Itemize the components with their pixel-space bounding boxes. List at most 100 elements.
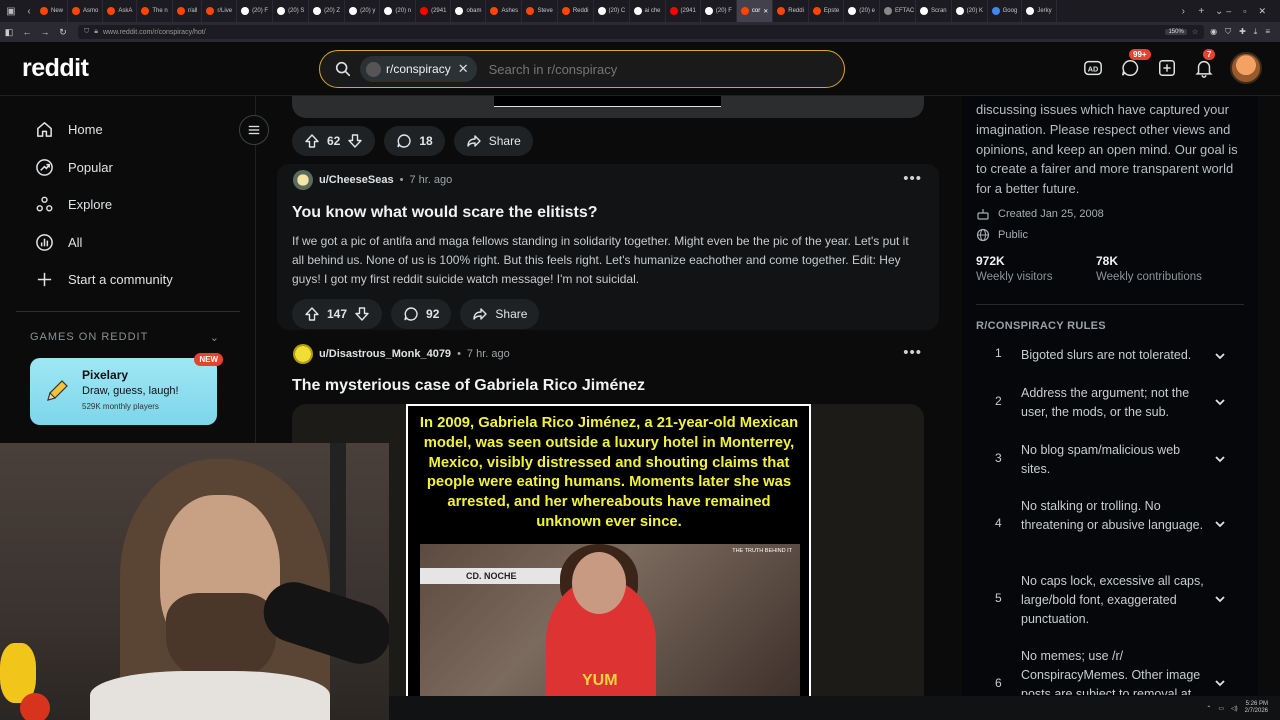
browser-tab[interactable]: (20) n xyxy=(380,0,417,22)
browser-tab[interactable]: (20) C xyxy=(594,0,630,22)
browser-tab[interactable]: r/all xyxy=(173,0,203,22)
close-window-icon[interactable]: ✕ xyxy=(1258,6,1266,17)
rule-item[interactable]: 1 Bigoted slurs are not tolerated. xyxy=(976,346,1248,365)
clear-chip-icon[interactable]: ✕ xyxy=(458,61,469,77)
maximize-icon[interactable]: ▫ xyxy=(1243,6,1246,17)
menu-icon[interactable]: ≡ xyxy=(1265,27,1270,37)
reddit-logo[interactable]: reddit xyxy=(22,54,89,83)
tab-scroll-left-icon[interactable]: ‹ xyxy=(22,0,36,22)
volume-icon[interactable]: ◁) xyxy=(1231,705,1238,712)
browser-tab[interactable]: Jerky xyxy=(1022,0,1057,22)
browser-tab[interactable]: r/Live xyxy=(202,0,238,22)
nav-home[interactable]: Home xyxy=(0,111,255,149)
rule-item[interactable]: 3 No blog spam/malicious web sites. xyxy=(976,441,1248,479)
browser-tab[interactable]: (20) K xyxy=(952,0,988,22)
browser-tab[interactable]: (2941 xyxy=(666,0,701,22)
nav-explore[interactable]: Explore xyxy=(0,186,255,224)
previous-post-media[interactable] xyxy=(292,96,924,118)
system-clock[interactable]: 5:26 PM 2/7/2026 xyxy=(1245,701,1268,715)
account-icon[interactable]: ◉ xyxy=(1210,27,1217,37)
browser-tab[interactable]: AskA xyxy=(103,0,138,22)
tray-chevron-icon[interactable]: ⌃ xyxy=(1206,705,1211,712)
community-description: discussing issues which have captured yo… xyxy=(976,102,1238,197)
back-icon[interactable]: ← xyxy=(18,27,36,37)
upvote-icon[interactable] xyxy=(304,133,320,149)
browser-tab[interactable]: EFTAC xyxy=(880,0,916,22)
comments-button[interactable]: 92 xyxy=(391,299,452,329)
browser-tab[interactable]: Epste xyxy=(809,0,845,22)
nav-popular[interactable]: Popular xyxy=(0,149,255,187)
rule-item[interactable]: 6 No memes; use /r/ ConspiracyMemes. Oth… xyxy=(976,647,1248,695)
browser-tab[interactable]: (20) S xyxy=(273,0,310,22)
new-tab-icon[interactable]: + xyxy=(1194,0,1208,22)
browser-tab[interactable]: Scran xyxy=(916,0,952,22)
browser-tab[interactable]: Steve xyxy=(522,0,558,22)
browser-tab[interactable]: The n xyxy=(137,0,173,22)
network-icon[interactable]: ▭ xyxy=(1218,705,1224,712)
minimize-icon[interactable]: – xyxy=(1226,6,1231,17)
browser-tab[interactable]: (20) y xyxy=(345,0,381,22)
pocket-icon[interactable]: ⛉ xyxy=(1225,27,1231,37)
post-title[interactable]: The mysterious case of Gabriela Rico Jim… xyxy=(292,377,645,395)
tab-favicon-icon xyxy=(349,7,358,15)
post-author[interactable]: u/CheeseSeas xyxy=(319,174,394,186)
collapse-sidebar-button[interactable] xyxy=(239,115,269,145)
browser-tab[interactable]: Reddi xyxy=(558,0,594,22)
browser-tab[interactable]: Goog xyxy=(988,0,1023,22)
tab-label: Jerky xyxy=(1037,8,1052,14)
subreddit-search-chip[interactable]: r/conspiracy ✕ xyxy=(360,56,477,82)
browser-tab[interactable]: (20) F xyxy=(701,0,737,22)
post-author[interactable]: u/Disastrous_Monk_4079 xyxy=(319,348,451,360)
post-card[interactable]: u/CheeseSeas • 7 hr. ago ••• You know wh… xyxy=(277,164,939,330)
tab-label: (20) S xyxy=(288,8,305,14)
browser-tab[interactable]: obam xyxy=(451,0,487,22)
notifications-button[interactable]: 7 xyxy=(1193,49,1216,79)
browser-tab[interactable]: New xyxy=(36,0,69,22)
forward-icon[interactable]: → xyxy=(36,27,54,37)
search-bar[interactable]: r/conspiracy ✕ xyxy=(319,50,845,88)
reload-icon[interactable]: ↻ xyxy=(54,27,72,38)
browser-tab[interactable]: Ashes xyxy=(486,0,523,22)
browser-tab[interactable]: Reddi xyxy=(773,0,809,22)
user-avatar-icon[interactable] xyxy=(293,344,313,364)
browser-tab[interactable]: (20) e xyxy=(844,0,880,22)
rule-item[interactable]: 2 Address the argument; not the user, th… xyxy=(976,384,1248,422)
chat-button[interactable]: 99+ xyxy=(1119,49,1151,79)
user-avatar[interactable] xyxy=(1230,52,1262,84)
share-button[interactable]: Share xyxy=(460,299,540,329)
browser-tab[interactable]: ai che xyxy=(630,0,666,22)
extensions-icon[interactable]: ✚ xyxy=(1239,27,1246,37)
create-post-button[interactable] xyxy=(1156,57,1178,79)
games-section-header[interactable]: GAMES ON REDDIT ⌄ xyxy=(30,331,220,344)
post-title[interactable]: You know what would scare the elitists? xyxy=(292,204,598,222)
search-input[interactable] xyxy=(488,61,844,77)
nav-start-community[interactable]: Start a community xyxy=(0,261,255,299)
bookmark-star-icon[interactable]: ☆ xyxy=(1192,28,1198,36)
tab-scroll-right-icon[interactable]: › xyxy=(1176,0,1190,22)
browser-tab[interactable]: (2941 xyxy=(416,0,452,22)
close-tab-icon[interactable]: ✕ xyxy=(763,8,768,15)
comments-button[interactable]: 18 xyxy=(384,126,445,156)
nav-all[interactable]: All xyxy=(0,224,255,262)
share-button[interactable]: Share xyxy=(453,126,533,156)
game-card-pixelary[interactable]: Pixelary Draw, guess, laugh! 529K monthl… xyxy=(30,353,223,425)
browser-tab[interactable]: (20) F xyxy=(237,0,274,22)
more-options-icon[interactable]: ••• xyxy=(903,170,922,187)
address-bar[interactable]: ⛉ 🔒︎ www.reddit.com/r/conspiracy/hot/ 15… xyxy=(78,25,1205,39)
zoom-indicator[interactable]: 150% xyxy=(1165,29,1187,35)
tab-list-icon[interactable]: ▣ xyxy=(4,0,18,22)
downloads-icon[interactable]: ⤓ xyxy=(1254,27,1258,37)
sidebar-toggle-icon[interactable]: ◧ xyxy=(0,27,18,38)
upvote-icon[interactable] xyxy=(304,306,320,322)
browser-tab[interactable]: cor ✕ xyxy=(736,0,774,22)
browser-tab[interactable]: (20) Z xyxy=(309,0,346,22)
downvote-icon[interactable] xyxy=(347,133,363,149)
browser-tab[interactable]: Asmo xyxy=(68,0,104,22)
advertise-button[interactable]: AD xyxy=(1082,57,1104,79)
tab-overflow-icon[interactable]: ⌄ xyxy=(1212,0,1226,22)
downvote-icon[interactable] xyxy=(354,306,370,322)
user-avatar-icon[interactable] xyxy=(293,170,313,190)
rule-item[interactable]: 4 No stalking or trolling. No threatenin… xyxy=(976,497,1248,535)
more-options-icon[interactable]: ••• xyxy=(903,344,922,361)
rule-item[interactable]: 5 No caps lock, excessive all caps, larg… xyxy=(976,572,1248,628)
